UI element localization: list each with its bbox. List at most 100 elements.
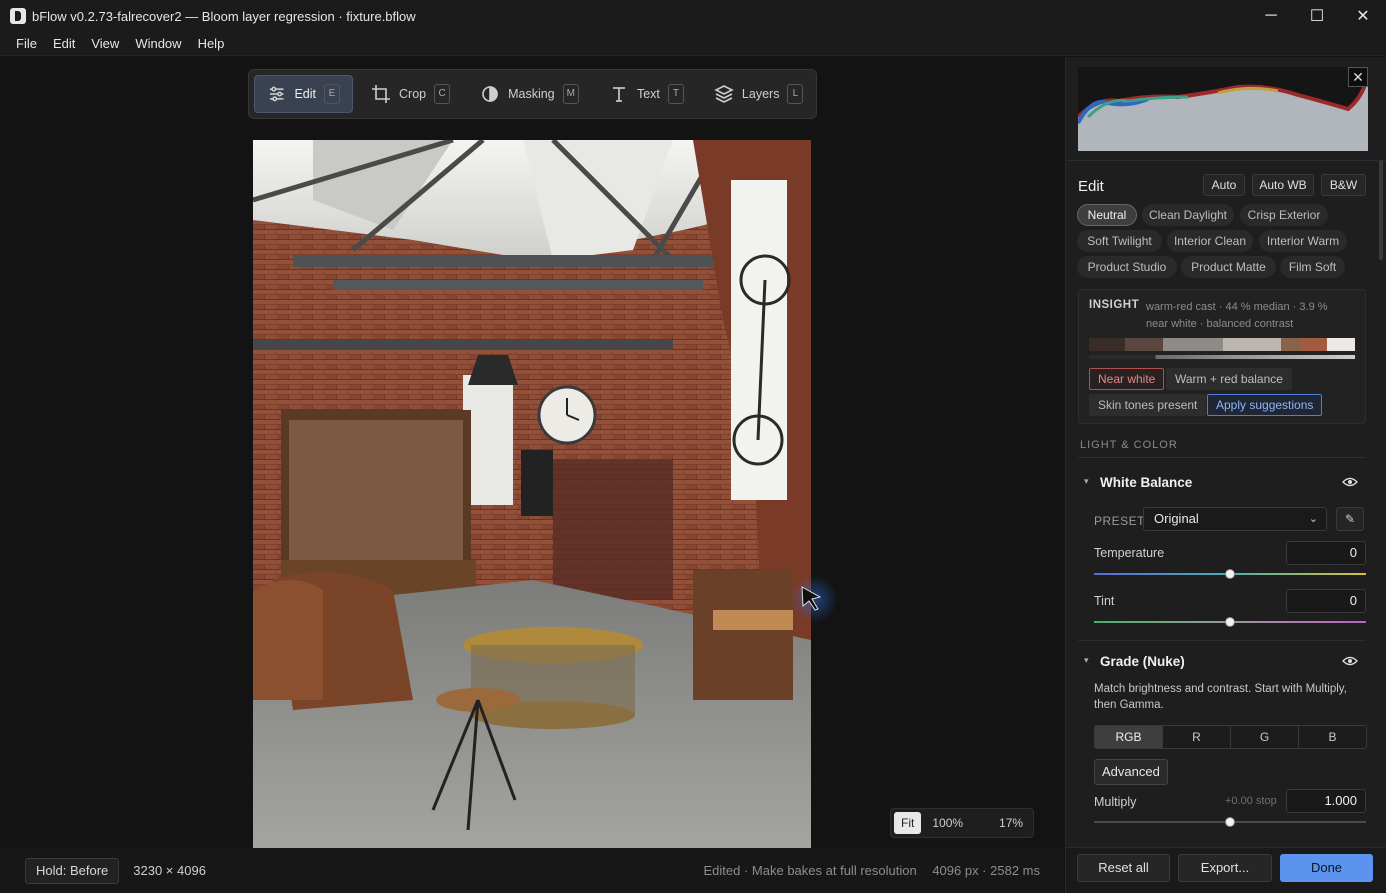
panel-title: Edit — [1078, 178, 1104, 195]
preset-soft-twilight[interactable]: Soft Twilight — [1077, 230, 1162, 252]
layers-icon — [714, 85, 734, 103]
channel-rgb[interactable]: RGB — [1095, 726, 1163, 748]
preset-crisp-exterior[interactable]: Crisp Exterior — [1240, 204, 1328, 226]
tool-text[interactable]: Text T — [597, 75, 696, 113]
close-window-button[interactable]: ✕ — [1340, 0, 1386, 32]
tint-input[interactable]: 0 — [1286, 589, 1366, 613]
near-white-tag[interactable]: Near white — [1089, 368, 1165, 390]
render-stats: 4096 px · 2582 ms — [932, 863, 1040, 878]
menu-file[interactable]: File — [8, 32, 45, 56]
tool-masking-label: Masking — [508, 87, 555, 101]
preset-interior-clean[interactable]: Interior Clean — [1167, 230, 1253, 252]
swatch — [1327, 338, 1355, 351]
status-bar: Hold: Before 3230 × 4096 Edited · Make b… — [0, 848, 1064, 893]
menu-window[interactable]: Window — [127, 32, 189, 56]
divider — [1078, 640, 1366, 641]
preset-neutral[interactable]: Neutral — [1077, 204, 1137, 226]
loft-photo-image — [253, 140, 811, 848]
zoom-fit-button[interactable]: Fit — [894, 812, 922, 834]
preset-product-studio[interactable]: Product Studio — [1077, 256, 1177, 278]
text-icon — [612, 87, 625, 102]
temperature-slider-knob[interactable] — [1225, 569, 1235, 579]
tint-slider[interactable] — [1094, 617, 1366, 627]
white-balance-header[interactable]: ▾ White Balance — [1078, 471, 1366, 495]
tool-edit[interactable]: Edit E — [254, 75, 353, 113]
channel-g[interactable]: G — [1231, 726, 1299, 748]
mask-icon — [482, 86, 498, 102]
swatch — [1223, 338, 1281, 351]
zoom-100-button[interactable]: 100% — [925, 812, 970, 834]
warm-red-tag[interactable]: Warm + red balance — [1166, 368, 1292, 390]
photo-canvas[interactable] — [253, 140, 811, 848]
multiply-slider[interactable] — [1094, 817, 1366, 827]
swatch — [1125, 338, 1163, 351]
preset-interior-warm[interactable]: Interior Warm — [1259, 230, 1347, 252]
tool-edit-shortcut: E — [324, 84, 340, 104]
swatch — [1281, 338, 1301, 351]
preset-film-soft[interactable]: Film Soft — [1280, 256, 1345, 278]
export-button[interactable]: Export... — [1178, 854, 1272, 882]
tint-slider-knob[interactable] — [1225, 617, 1235, 627]
minimize-button[interactable]: ─ — [1248, 0, 1294, 32]
wb-preset-value: Original — [1154, 511, 1199, 526]
tool-crop[interactable]: Crop C — [359, 75, 462, 113]
maximize-button[interactable]: ☐ — [1294, 0, 1340, 32]
bw-button[interactable]: B&W — [1321, 174, 1366, 196]
channel-r[interactable]: R — [1163, 726, 1231, 748]
hold-before-button[interactable]: Hold: Before — [25, 857, 120, 884]
tool-edit-label: Edit — [294, 87, 316, 101]
menu-view[interactable]: View — [83, 32, 127, 56]
multiply-input[interactable]: 1.000 — [1286, 789, 1366, 813]
swatch — [1301, 338, 1327, 351]
tool-layers-shortcut: L — [787, 84, 804, 104]
zoom-current-value[interactable]: 17% — [992, 812, 1030, 834]
eyedropper-button[interactable]: ✎ — [1336, 507, 1364, 531]
visibility-eye-icon[interactable] — [1342, 477, 1358, 487]
grade-header[interactable]: ▾ Grade (Nuke) — [1078, 650, 1366, 674]
temperature-input[interactable]: 0 — [1286, 541, 1366, 565]
app-logo-icon — [10, 8, 26, 24]
temperature-slider[interactable] — [1094, 569, 1366, 579]
preset-product-matte[interactable]: Product Matte — [1181, 256, 1276, 278]
collapse-caret-icon: ▾ — [1084, 655, 1089, 665]
multiply-slider-knob[interactable] — [1225, 817, 1235, 827]
crop-icon — [372, 85, 390, 103]
channel-selector: RGB R G B — [1094, 725, 1367, 749]
tool-bar: Edit E Crop C Masking M Text T Layers L — [248, 69, 817, 119]
panel-scrollbar[interactable] — [1379, 160, 1383, 260]
menu-edit[interactable]: Edit — [45, 32, 83, 56]
chevron-down-icon: ⌄ — [1308, 513, 1318, 525]
close-icon: ✕ — [1352, 69, 1364, 85]
visibility-eye-icon[interactable] — [1342, 656, 1358, 666]
minimize-icon: ─ — [1265, 7, 1277, 24]
histogram-close-button[interactable]: ✕ — [1348, 67, 1368, 87]
image-dimensions: 3230 × 4096 — [133, 863, 206, 878]
channel-b[interactable]: B — [1299, 726, 1366, 748]
wb-preset-select[interactable]: Original ⌄ — [1143, 507, 1327, 531]
tool-masking-shortcut: M — [562, 84, 579, 104]
tool-layers-label: Layers — [741, 87, 780, 101]
grade-description: Match brightness and contrast. Start wit… — [1094, 683, 1347, 711]
preset-clean-daylight[interactable]: Clean Daylight — [1142, 204, 1234, 226]
section-light-color: LIGHT & COLOR — [1080, 439, 1178, 451]
cursor-pointer-icon — [790, 575, 838, 623]
tool-layers[interactable]: Layers L — [702, 75, 816, 113]
tool-masking[interactable]: Masking M — [468, 75, 591, 113]
skin-tones-tag[interactable]: Skin tones present — [1089, 394, 1207, 416]
apply-suggestions-button[interactable]: Apply suggestions — [1207, 394, 1323, 416]
menu-help[interactable]: Help — [190, 32, 233, 56]
auto-wb-button[interactable]: Auto WB — [1252, 174, 1314, 196]
auto-button[interactable]: Auto — [1203, 174, 1245, 196]
done-button[interactable]: Done — [1280, 854, 1373, 882]
histogram-graph — [1078, 74, 1368, 151]
menu-bar: File Edit View Window Help — [0, 32, 1386, 56]
advanced-button[interactable]: Advanced — [1094, 759, 1168, 785]
reset-all-button[interactable]: Reset all — [1077, 854, 1170, 882]
tool-crop-label: Crop — [399, 87, 427, 101]
sliders-icon — [269, 86, 284, 102]
luminance-bar — [1089, 355, 1355, 359]
preset-label: PRESET — [1094, 514, 1146, 528]
zoom-control: Fit 100% 17% — [890, 808, 1034, 838]
tool-text-label: Text — [636, 87, 660, 101]
close-icon: ✕ — [1356, 8, 1370, 25]
